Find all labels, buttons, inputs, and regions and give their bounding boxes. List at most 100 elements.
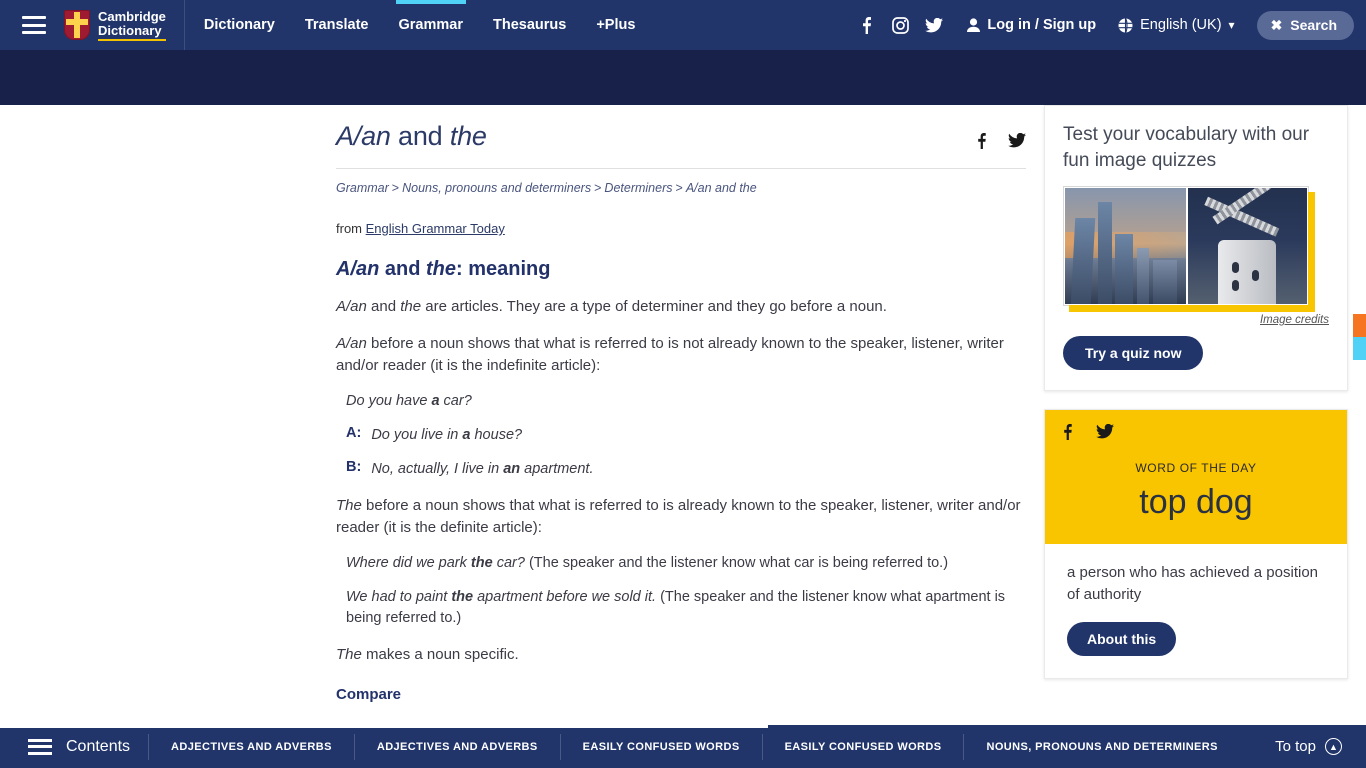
para3-the: The [336, 497, 362, 514]
windmill-window [1251, 270, 1259, 281]
twitter-share-icon[interactable] [1008, 132, 1026, 154]
example-dialogue-line: No, actually, I live in an apartment. [371, 459, 593, 480]
quiz-image-frame[interactable] [1063, 186, 1315, 312]
section-heading-tail: : meaning [456, 258, 551, 280]
nav-divider [183, 0, 185, 50]
search-toggle-button[interactable]: ✖ Search [1256, 10, 1354, 40]
windmill-window [1231, 280, 1239, 291]
breadcrumb-item-determiners[interactable]: Determiners [604, 181, 672, 195]
examples-definite: Where did we park the car? (The speaker … [336, 553, 1026, 629]
twitter-share-icon[interactable] [1096, 423, 1114, 445]
bottom-chip-confused-1[interactable]: EASILY CONFUSED WORDS [559, 733, 762, 760]
city-tower [1070, 218, 1096, 304]
bottom-contents-bar: Contents ADJECTIVES AND ADVERBS ADJECTIV… [0, 725, 1366, 768]
close-icon: ✖ [1270, 16, 1283, 33]
para1-rest: are articles. They are a type of determi… [421, 298, 887, 315]
quiz-title: Test your vocabulary with our fun image … [1063, 124, 1310, 171]
wotd-label: WORD OF THE DAY [1135, 461, 1257, 475]
wotd-word[interactable]: top dog [1063, 483, 1329, 522]
example-bold: a [431, 393, 440, 409]
scroll-progress-strip [0, 725, 768, 728]
brand-line-1: Cambridge [98, 8, 166, 24]
example-pre: Where did we park [346, 555, 471, 571]
section-heading-and: and [379, 258, 427, 280]
source-link-english-grammar-today[interactable]: English Grammar Today [366, 221, 505, 236]
source-prefix: from [336, 221, 366, 236]
decor-square-stack [1353, 314, 1366, 360]
bottom-chip-nouns[interactable]: NOUNS, PRONOUNS AND DETERMINERS [963, 733, 1239, 760]
paragraph-indefinite-article: A/an before a noun shows that what is re… [336, 333, 1026, 377]
article-main: A/an and the Grammar > Nouns, pronouns and… [336, 121, 1026, 729]
example-post: house? [470, 427, 523, 443]
facebook-icon[interactable] [849, 8, 883, 42]
compare-heading: Compare [336, 686, 402, 703]
top-navigation-bar: Cambridge Dictionary Dictionary Translat… [0, 0, 1366, 50]
breadcrumb-item-grammar[interactable]: Grammar [336, 181, 389, 195]
twitter-icon[interactable] [917, 8, 951, 42]
page-title-and: and [390, 121, 450, 151]
search-bar-row: ✖ Grammar English English–Spanish Spanis… [0, 50, 1366, 105]
page-title-a-an: A/an [336, 121, 391, 151]
example-post: apartment before we sold it. [473, 589, 661, 605]
example-post: apartment. [520, 461, 594, 477]
contents-label[interactable]: Contents [66, 738, 148, 756]
facebook-share-icon[interactable] [1063, 424, 1072, 445]
brand-line-2: Dictionary [98, 22, 162, 38]
nav-item-grammar[interactable]: Grammar [384, 0, 478, 50]
section-heading-meaning: A/an and the: meaning [336, 258, 1026, 281]
bottom-chip-adjectives-2[interactable]: ADJECTIVES AND ADVERBS [353, 733, 560, 760]
bottom-chip-confused-2[interactable]: EASILY CONFUSED WORDS [761, 733, 964, 760]
para1-a-an: A/an [336, 298, 367, 315]
nav-item-plus[interactable]: +Plus [581, 0, 650, 50]
title-divider [336, 168, 1026, 169]
breadcrumb-sep-1: > [391, 181, 400, 195]
facebook-share-icon[interactable] [977, 133, 986, 154]
contents-menu-icon[interactable] [28, 738, 52, 755]
word-of-the-day-card: WORD OF THE DAY top dog a person who has… [1044, 409, 1348, 679]
example-item: We had to paint the apartment before we … [346, 587, 1026, 629]
nav-item-thesaurus[interactable]: Thesaurus [478, 0, 581, 50]
paragraph-articles-intro: A/an and the are articles. They are a ty… [336, 296, 1026, 318]
example-bold: the [470, 555, 493, 571]
section-heading-the: the [426, 258, 457, 280]
user-icon [967, 18, 981, 32]
para2-rest: before a noun shows that what is referre… [336, 335, 1004, 374]
cambridge-dictionary-logo[interactable]: Cambridge Dictionary [64, 0, 184, 50]
example-speaker: A: [346, 425, 362, 441]
breadcrumb-item-nouns[interactable]: Nouns, pronouns and determiners [402, 181, 591, 195]
breadcrumb-item-current: A/an and the [685, 181, 757, 195]
image-credits-link[interactable]: Image credits [1063, 314, 1329, 326]
example-speaker: B: [346, 459, 362, 475]
instagram-icon[interactable] [883, 8, 917, 42]
about-this-button[interactable]: About this [1067, 622, 1177, 656]
example-bold: the [451, 589, 474, 605]
hamburger-menu-icon[interactable] [22, 16, 46, 34]
login-signup-label: Log in / Sign up [987, 17, 1097, 33]
wotd-body: a person who has achieved a position of … [1045, 544, 1347, 678]
arrow-up-icon: ▲ [1325, 738, 1342, 755]
article-header: A/an and the [336, 121, 1026, 154]
source-line: from English Grammar Today [336, 221, 1026, 236]
decor-orange-square [1353, 314, 1366, 337]
bottom-chip-adjectives-1[interactable]: ADJECTIVES AND ADVERBS [148, 733, 354, 760]
wotd-banner: WORD OF THE DAY top dog [1045, 410, 1347, 544]
quiz-photo-windmill [1187, 188, 1307, 304]
city-tower [1137, 248, 1149, 304]
language-selector[interactable]: English (UK) ▾ [1118, 17, 1235, 33]
login-signup-button[interactable]: Log in / Sign up [967, 17, 1096, 33]
city-tower [1153, 260, 1177, 304]
try-a-quiz-button[interactable]: Try a quiz now [1063, 336, 1204, 370]
breadcrumb-sep-3: > [675, 181, 683, 195]
paragraph-definite-article: The before a noun shows that what is ref… [336, 495, 1026, 539]
example-dialogue-b: B: No, actually, I live in an apartment. [346, 459, 1026, 480]
para3-rest: before a noun shows that what is referre… [336, 497, 1021, 536]
para2-a-an: A/an [336, 335, 367, 352]
example-dialogue-a: A: Do you live in a house? [346, 425, 1026, 446]
globe-icon [1118, 17, 1133, 33]
to-top-button[interactable]: To top ▲ [1275, 738, 1342, 755]
decor-cyan-square [1353, 337, 1366, 360]
example-bold: an [503, 461, 521, 477]
nav-item-dictionary[interactable]: Dictionary [189, 0, 290, 50]
windmill-body [1217, 240, 1276, 304]
nav-item-translate[interactable]: Translate [290, 0, 384, 50]
